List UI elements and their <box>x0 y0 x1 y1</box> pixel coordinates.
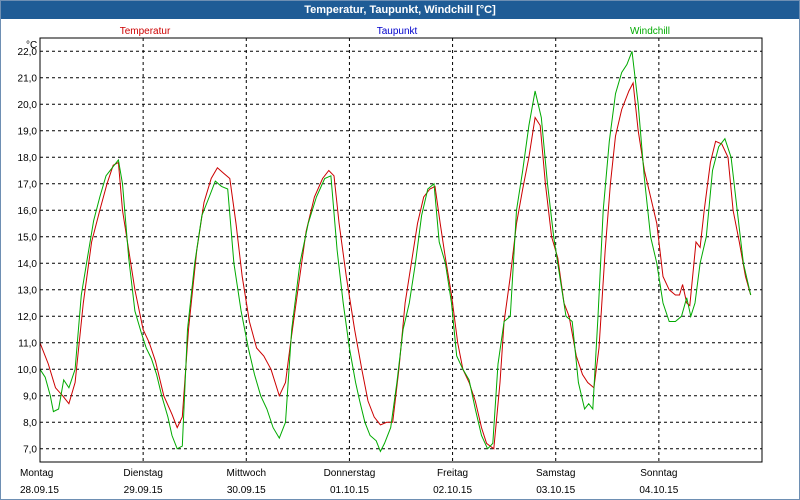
x-tick-date-label: 28.09.15 <box>20 485 59 496</box>
y-tick-label: 15,0 <box>18 232 38 243</box>
x-tick-day-label: Donnerstag <box>324 468 376 479</box>
x-tick-date-label: 01.10.15 <box>330 485 369 496</box>
y-tick-label: 17,0 <box>18 179 38 190</box>
x-tick-date-label: 30.09.15 <box>227 485 266 496</box>
x-tick-day-label: Mittwoch <box>227 468 266 479</box>
y-tick-label: 13,0 <box>18 285 38 296</box>
y-unit-label: °C <box>26 40 37 51</box>
series-line-windchill <box>39 51 752 453</box>
temperature-chart: 7,0 8,0 9,0 10,0 11,0 12,0 13,0 14,0 15,0 16,0 17,… <box>18 26 763 496</box>
y-tick-label: 11,0 <box>18 338 37 349</box>
axis-labels: 7,0 8,0 9,0 10,0 11,0 12,0 13,0 14,0 15,0 16,0 17,… <box>18 26 679 496</box>
y-tick-label: 9,0 <box>23 391 37 402</box>
series-lines <box>39 51 752 453</box>
legend-entry: Taupunkt <box>377 26 418 37</box>
legend-entry: Temperatur <box>120 26 171 37</box>
x-tick-date-label: 04.10.15 <box>639 485 678 496</box>
x-tick-date-label: 02.10.15 <box>433 485 472 496</box>
y-tick-label: 16,0 <box>18 206 38 217</box>
y-tick-label: 20,0 <box>18 100 38 111</box>
y-tick-label: 19,0 <box>18 126 38 137</box>
y-tick-label: 14,0 <box>18 259 38 270</box>
x-tick-day-label: Samstag <box>536 468 575 479</box>
x-tick-day-label: Sonntag <box>640 468 677 479</box>
y-tick-label: 12,0 <box>18 312 38 323</box>
x-tick-day-label: Montag <box>20 468 53 479</box>
legend-entry: Windchill <box>630 26 670 37</box>
y-tick-label: 18,0 <box>18 153 38 164</box>
y-tick-label: 21,0 <box>18 73 38 84</box>
x-tick-date-label: 29.09.15 <box>124 485 163 496</box>
y-tick-label: 10,0 <box>18 365 38 376</box>
x-tick-day-label: Dienstag <box>123 468 162 479</box>
y-tick-label: 7,0 <box>23 444 37 455</box>
x-tick-date-label: 03.10.15 <box>536 485 575 496</box>
y-tick-label: 8,0 <box>23 418 37 429</box>
x-tick-day-label: Freitag <box>437 468 468 479</box>
